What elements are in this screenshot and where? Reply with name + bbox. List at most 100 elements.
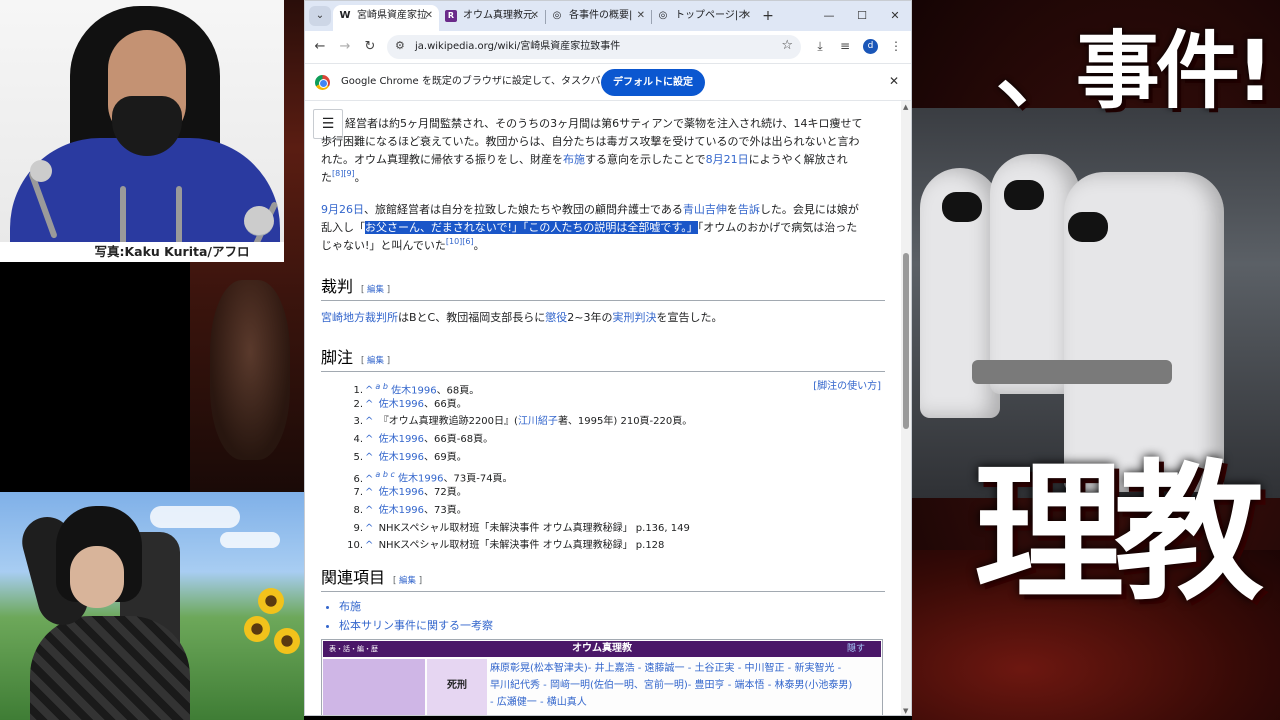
reload-button[interactable]: ↻ xyxy=(360,37,380,57)
footnote-item: 7. ^ 佐木1996、72頁。 xyxy=(341,484,881,502)
link-accusation[interactable]: 告訴 xyxy=(738,203,760,216)
footnote-number: 10. xyxy=(347,540,363,552)
link-date-sep26[interactable]: 9月26日 xyxy=(321,203,364,216)
edit-link[interactable]: 編集 xyxy=(367,356,384,366)
globe-icon: ◎ xyxy=(658,10,668,21)
footnote-number: 5. xyxy=(353,451,363,463)
navbox-hide-toggle[interactable]: 隠す xyxy=(847,641,865,657)
source-link[interactable]: 佐木1996 xyxy=(379,487,424,498)
cloud xyxy=(220,532,280,548)
navbox-line[interactable]: 早川紀代秀 - 岡﨑一明(佐伯一明、宮前一明)- 豊田亨 - 端本悟 - 林泰男… xyxy=(490,677,880,694)
related-link[interactable]: 松本サリン事件に関する一考察 xyxy=(339,619,493,632)
footnote-text: 、69頁。 xyxy=(424,451,467,463)
bookmark-star-icon[interactable]: ☆ xyxy=(781,38,793,53)
forward-button[interactable]: → xyxy=(335,37,355,57)
infobar-close-icon[interactable]: ✕ xyxy=(889,74,899,88)
backlink-caret[interactable]: ^ xyxy=(365,416,373,427)
minimize-button[interactable]: — xyxy=(817,6,841,26)
source-link[interactable]: 佐木1996 xyxy=(379,505,424,516)
kebab-menu-icon[interactable]: ⋮ xyxy=(887,39,905,53)
close-window-button[interactable]: ✕ xyxy=(883,6,907,26)
navbox-label-death-penalty: 死刑 xyxy=(427,659,487,715)
source-link[interactable]: 佐木1996 xyxy=(379,452,424,463)
tab-case-summary[interactable]: ◎ 各事件の概要| ✕ xyxy=(545,5,651,31)
backlink-caret[interactable]: ^ xyxy=(365,523,373,534)
microphone-head xyxy=(30,160,52,182)
navbox-line[interactable]: - 広瀬健一 - 横山真人 xyxy=(490,694,880,711)
navbox-list: 麻原彰晃(松本智津夫)- 井上嘉浩 - 遠藤誠一 - 土谷正実 - 中川智正 -… xyxy=(490,660,880,711)
tab-miyazaki[interactable]: W 宮崎県資産家拉 ✕ xyxy=(333,5,439,31)
new-tab-button[interactable]: + xyxy=(758,6,778,26)
text: を xyxy=(726,203,738,216)
footnote-text: 、73頁。 xyxy=(424,504,467,516)
backlink-caret[interactable]: ^ xyxy=(365,452,373,463)
link-imprisonment[interactable]: 懲役 xyxy=(545,311,567,324)
source-link[interactable]: 佐木1996 xyxy=(379,399,424,410)
citation-link[interactable]: [8][9] xyxy=(332,169,355,178)
tab-close-icon[interactable]: ✕ xyxy=(743,5,751,27)
link-date-aug21[interactable]: 8月21日 xyxy=(706,153,749,166)
media-control-icon[interactable]: ≡ xyxy=(836,39,854,53)
backlink-caret[interactable]: ^ xyxy=(365,385,373,396)
link-fuse[interactable]: 布施 xyxy=(563,153,585,166)
tab-title: オウム真理教元… xyxy=(463,10,535,21)
selected-text[interactable]: お父さーん、だまされないで!」「この人たちの説明は全部嘘です。」 xyxy=(365,221,698,234)
gas-mask xyxy=(1068,212,1108,242)
footnote-text: NHKスペシャル取材班「未解決事件 オウム真理教秘録」 p.128 xyxy=(378,540,665,552)
profile-avatar[interactable]: d xyxy=(863,39,878,54)
tab-close-icon[interactable]: ✕ xyxy=(531,5,539,27)
tab-search-button[interactable]: ⌄ xyxy=(309,6,331,26)
source-link[interactable]: 佐木1996 xyxy=(379,434,424,445)
para-line: じゃない!」と叫んでいた[10][6]。 xyxy=(321,237,885,255)
download-icon[interactable]: ⤓ xyxy=(811,39,829,54)
tab-top-page[interactable]: ◎ トップページ|オウ ✕ xyxy=(651,5,757,31)
footnote-item: 6. ^ a b c 佐木1996、73頁-74頁。 xyxy=(341,466,881,484)
source-link[interactable]: 佐木1996 xyxy=(398,474,443,485)
sunflower xyxy=(274,628,300,654)
backlink-caret[interactable]: ^ xyxy=(365,399,373,410)
backlink-letters[interactable]: a b c xyxy=(375,470,394,479)
footnote-number: 4. xyxy=(353,434,363,446)
set-default-button[interactable]: デフォルトに設定 xyxy=(601,69,705,96)
navbox-vte-links[interactable]: 表・話・編・歴 xyxy=(329,641,378,657)
address-bar[interactable]: ⚙ ja.wikipedia.org/wiki/宮崎県資産家拉致事件 ☆ xyxy=(387,35,801,59)
footnote-item: 1. ^ a b 佐木1996、68頁。 xyxy=(341,378,881,396)
url-text[interactable]: ja.wikipedia.org/wiki/宮崎県資産家拉致事件 xyxy=(415,35,620,59)
backlink-caret[interactable]: ^ xyxy=(365,487,373,498)
footnote-item: 9. ^ NHKスペシャル取材班「未解決事件 オウム真理教秘録」 p.136, 1… xyxy=(341,520,881,538)
related-link[interactable]: 布施 xyxy=(339,600,361,613)
back-button[interactable]: ← xyxy=(310,37,330,57)
default-browser-infobar: Google Chrome を既定のブラウザに設定して、タスクバーに固定する デ… xyxy=(305,63,911,101)
link-aoyama[interactable]: 青山吉伸 xyxy=(683,203,727,216)
maximize-button[interactable]: ☐ xyxy=(850,6,874,26)
paragraph-release: 経営者は約5ヶ月間監禁され、そのうちの3ヶ月間は第6サティアンで薬物を注入され続… xyxy=(321,115,885,187)
link-verdict[interactable]: 実刑判決 xyxy=(612,311,656,324)
edit-section: [ 編集 ] xyxy=(393,576,423,586)
backlink-caret[interactable]: ^ xyxy=(365,505,373,516)
page-viewport: ☰ 経営者は約5ヶ月間監禁され、そのうちの3ヶ月間は第6サティアンで薬物を注入さ… xyxy=(305,101,901,715)
backlink-caret[interactable]: ^ xyxy=(365,474,373,485)
page-scrollbar[interactable]: ▲ ▼ xyxy=(901,101,911,715)
link-court[interactable]: 宮崎地方裁判所 xyxy=(321,311,398,324)
tab-close-icon[interactable]: ✕ xyxy=(637,5,645,27)
backlink-caret[interactable]: ^ xyxy=(365,540,373,551)
footnote-item: 5. ^ 佐木1996、69頁。 xyxy=(341,449,881,467)
para-line: 経営者は約5ヶ月間監禁され、そのうちの3ヶ月間は第6サティアンで薬物を注入され続… xyxy=(345,117,863,130)
site-info-icon[interactable]: ⚙ xyxy=(395,39,405,52)
edit-link[interactable]: 編集 xyxy=(367,285,384,295)
navbox-title[interactable]: オウム真理教 xyxy=(572,643,632,654)
tab-aum-former[interactable]: R オウム真理教元… ✕ xyxy=(439,5,545,31)
scroll-thumb[interactable] xyxy=(903,253,909,429)
text: を宣告した。 xyxy=(656,311,723,324)
source-link[interactable]: 佐木1996 xyxy=(391,385,436,396)
citation-link[interactable]: [10][6] xyxy=(446,237,474,246)
author-link[interactable]: 江川紹子 xyxy=(518,416,558,427)
text: 乱入し「 xyxy=(321,221,365,234)
scroll-down-icon[interactable]: ▼ xyxy=(903,707,908,715)
backlink-caret[interactable]: ^ xyxy=(365,434,373,445)
scroll-up-icon[interactable]: ▲ xyxy=(903,103,908,111)
tab-close-icon[interactable]: ✕ xyxy=(425,5,433,27)
edit-link[interactable]: 編集 xyxy=(399,576,416,586)
backlink-letters[interactable]: a b xyxy=(375,382,388,391)
navbox-line[interactable]: 麻原彰晃(松本智津夫)- 井上嘉浩 - 遠藤誠一 - 土谷正実 - 中川智正 -… xyxy=(490,660,880,677)
